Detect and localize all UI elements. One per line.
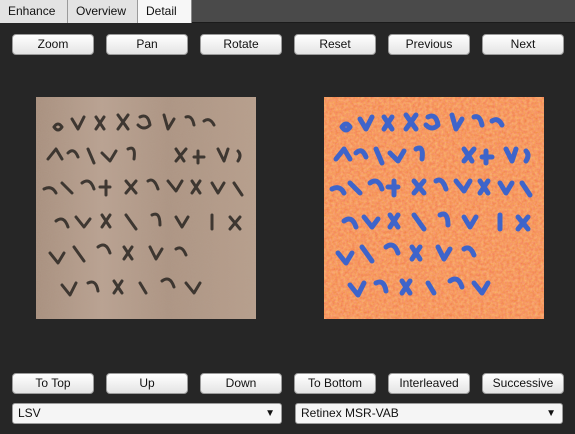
reset-button[interactable]: Reset bbox=[294, 34, 376, 55]
next-button[interactable]: Next bbox=[482, 34, 564, 55]
tab-bar: Enhance Overview Detail bbox=[0, 0, 575, 23]
left-select-value: LSV bbox=[18, 406, 41, 420]
triangle-down-icon: ▼ bbox=[265, 408, 275, 419]
tab-overview[interactable]: Overview bbox=[68, 0, 138, 23]
up-button[interactable]: Up bbox=[106, 373, 188, 394]
tab-detail[interactable]: Detail bbox=[138, 0, 192, 23]
rotate-button[interactable]: Rotate bbox=[200, 34, 282, 55]
down-button[interactable]: Down bbox=[200, 373, 282, 394]
zoom-button[interactable]: Zoom bbox=[12, 34, 94, 55]
pan-button[interactable]: Pan bbox=[106, 34, 188, 55]
papyrus-image-enhanced[interactable] bbox=[324, 97, 544, 319]
left-image-select[interactable]: LSV ▼ bbox=[12, 403, 282, 424]
right-select-value: Retinex MSR-VAB bbox=[301, 406, 399, 420]
tab-enhance[interactable]: Enhance bbox=[0, 0, 68, 23]
previous-button[interactable]: Previous bbox=[388, 34, 470, 55]
papyrus-natural-svg bbox=[36, 97, 256, 319]
right-image-select[interactable]: Retinex MSR-VAB ▼ bbox=[295, 403, 563, 424]
papyrus-enhanced-svg bbox=[324, 97, 544, 319]
papyrus-image-natural[interactable] bbox=[36, 97, 256, 319]
successive-button[interactable]: Successive bbox=[482, 373, 564, 394]
triangle-down-icon: ▼ bbox=[546, 408, 556, 419]
to-top-button[interactable]: To Top bbox=[12, 373, 94, 394]
to-bottom-button[interactable]: To Bottom bbox=[294, 373, 376, 394]
interleaved-button[interactable]: Interleaved bbox=[388, 373, 470, 394]
